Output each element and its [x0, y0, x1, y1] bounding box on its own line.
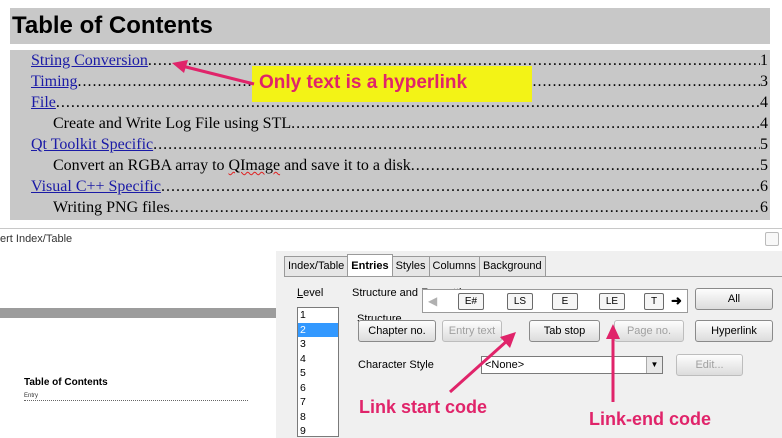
toc-page-number: 6: [760, 178, 768, 195]
entry-text-button[interactable]: Entry text: [442, 320, 502, 342]
edit-button[interactable]: Edit...: [676, 354, 743, 376]
level-label: Level: [297, 287, 324, 299]
tab-styles[interactable]: Styles: [391, 256, 430, 276]
hyperlink-button[interactable]: Hyperlink: [695, 320, 773, 342]
toc-page-number: 4: [760, 94, 768, 111]
document-page: Table of Contents String Conversion ....…: [0, 0, 782, 228]
preview-entry: Entry: [24, 393, 248, 401]
chevron-down-icon[interactable]: ▼: [646, 357, 662, 373]
dialog-titlebar: ert Index/Table: [0, 229, 782, 251]
level-list[interactable]: 1 2 3 4 5 6 7 8 9: [297, 307, 339, 437]
preview-separator: [0, 308, 276, 318]
level-item[interactable]: 9: [298, 424, 338, 436]
toc-page-number: 5: [760, 157, 768, 174]
toc-page-number: 1: [760, 52, 768, 69]
toc-entry-text: Writing PNG files: [53, 199, 170, 216]
dialog-tabs: Index/Table Entries Styles Columns Backg…: [284, 254, 546, 276]
window-control-button[interactable]: [765, 232, 779, 246]
toc-page-number: 6: [760, 199, 768, 216]
toc-leader-dots: ........................................…: [160, 178, 760, 195]
level-item[interactable]: 7: [298, 395, 338, 410]
toc-leader-dots: ........................................…: [410, 157, 760, 174]
tab-index-table[interactable]: Index/Table: [284, 256, 349, 276]
preview-pane: Table of Contents Entry: [0, 251, 276, 438]
token-link-start[interactable]: LS: [507, 293, 533, 310]
toc-page-number: 5: [760, 136, 768, 153]
level-item[interactable]: 4: [298, 352, 338, 367]
toc-entry: Visual C++ Specific ....................…: [10, 178, 770, 198]
toc-entry: Qt Toolkit Specific ....................…: [10, 136, 770, 156]
character-style-value: <None>: [485, 359, 525, 371]
spellcheck-word: QImage: [228, 157, 281, 174]
level-item-selected[interactable]: 2: [298, 322, 338, 337]
toc-leader-dots: ........................................…: [153, 136, 760, 153]
toc-entry: Writing PNG files ......................…: [10, 199, 770, 219]
all-button[interactable]: All: [695, 288, 773, 310]
tab-background[interactable]: Background: [478, 256, 546, 276]
page-no-button[interactable]: Page no.: [614, 320, 684, 342]
toc-heading-bar: Table of Contents: [10, 8, 770, 44]
scroll-right-icon[interactable]: ➜: [671, 294, 685, 308]
toc-entry-text-part: Convert an RGBA array to: [53, 157, 229, 174]
toc-leader-dots: ........................................…: [291, 115, 760, 132]
toc-entry-text: Convert an RGBA array to QImage and save…: [53, 157, 411, 175]
tab-columns[interactable]: Columns: [428, 256, 480, 276]
toc-entry: Create and Write Log File using STL ....…: [10, 115, 770, 135]
entries-panel: Level 1 2 3 4 5 6 7 8 9 Structure and Fo…: [284, 276, 782, 438]
insert-index-dialog: ert Index/Table Table of Contents Entry …: [0, 228, 782, 438]
toc-entry-link[interactable]: File: [31, 94, 56, 112]
dialog-title: ert Index/Table: [0, 233, 73, 245]
toc-entry-text-part: and save it to a disk: [280, 157, 411, 174]
toc-entry-text: Create and Write Log File using STL: [53, 115, 292, 132]
hyperlink-callout: Only text is a hyperlink: [252, 66, 532, 102]
toc-heading: Table of Contents: [12, 12, 213, 39]
toc-page-number: 4: [760, 115, 768, 132]
token-tab-stop[interactable]: T: [644, 293, 664, 310]
preview-title: Table of Contents: [24, 377, 108, 388]
token-entry-text[interactable]: E: [552, 293, 578, 310]
level-item[interactable]: 3: [298, 337, 338, 352]
toc-page-number: 3: [760, 73, 768, 90]
token-entry-number[interactable]: E#: [458, 293, 484, 310]
character-style-select[interactable]: <None> ▼: [481, 356, 663, 374]
tab-stop-button[interactable]: Tab stop: [529, 320, 600, 342]
character-style-label: Character Style: [358, 359, 434, 371]
scroll-left-icon[interactable]: ◀: [428, 294, 440, 308]
link-end-annotation: Link-end code: [589, 409, 712, 429]
token-link-end[interactable]: LE: [599, 293, 625, 310]
preview-page: Table of Contents Entry: [0, 318, 276, 438]
link-start-annotation: Link start code: [359, 397, 488, 417]
chapter-no-button[interactable]: Chapter no.: [358, 320, 436, 342]
structure-editor[interactable]: ◀ E# LS E LE T ➜: [422, 289, 688, 313]
level-item[interactable]: 5: [298, 366, 338, 381]
tab-entries[interactable]: Entries: [347, 254, 393, 276]
toc-entry-link[interactable]: String Conversion: [31, 52, 148, 70]
toc-entry: Convert an RGBA array to QImage and save…: [10, 157, 770, 177]
level-item[interactable]: 6: [298, 381, 338, 396]
level-item[interactable]: 8: [298, 410, 338, 425]
toc-leader-dots: ........................................…: [169, 199, 760, 216]
level-item[interactable]: 1: [298, 308, 338, 323]
toc-entry-link[interactable]: Timing: [31, 73, 78, 91]
toc-entry-link[interactable]: Qt Toolkit Specific: [31, 136, 153, 154]
toc-entry-link[interactable]: Visual C++ Specific: [31, 178, 161, 196]
